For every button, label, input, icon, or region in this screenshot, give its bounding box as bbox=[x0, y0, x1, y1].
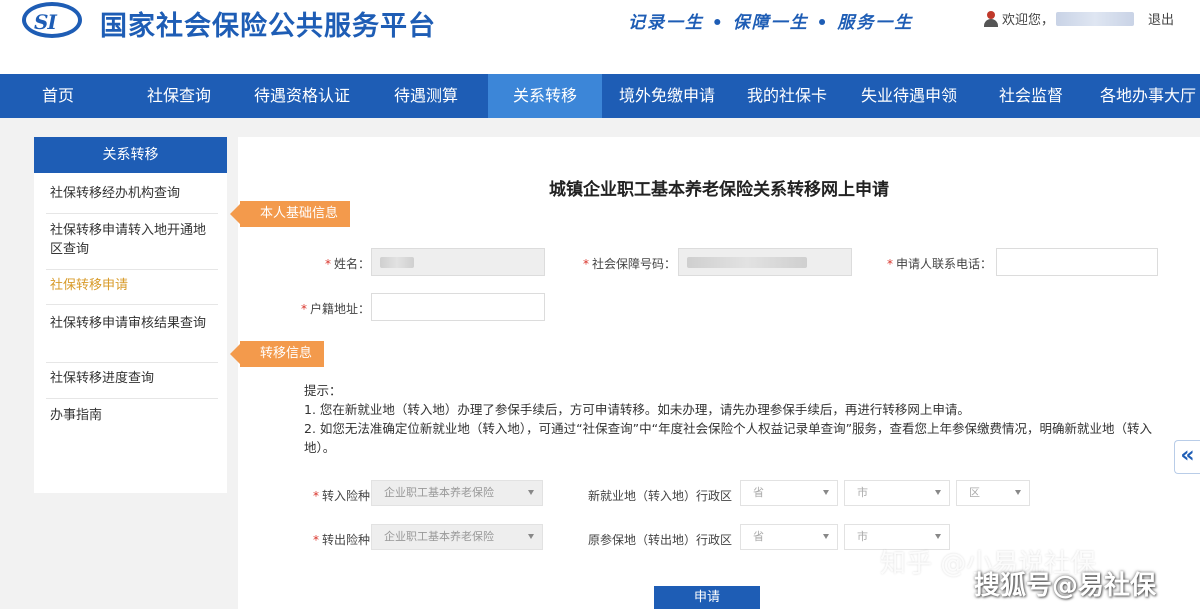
logo-text: SI bbox=[34, 10, 57, 34]
chevron-down-icon bbox=[935, 534, 941, 539]
name-label: * 姓名： bbox=[324, 257, 370, 271]
sidebar-item-agency-query[interactable]: 社保转移经办机构查询 bbox=[50, 184, 218, 203]
sohu-watermark: 搜狐号@易社保 bbox=[974, 571, 1157, 601]
nav-supervision[interactable]: 社会监督 bbox=[976, 74, 1086, 118]
tips-heading: 提示： bbox=[304, 383, 342, 398]
chevron-down-icon bbox=[1015, 490, 1021, 495]
double-chevron-left-icon[interactable]: « bbox=[1174, 440, 1200, 474]
nav-benefit-calc[interactable]: 待遇测算 bbox=[364, 74, 488, 118]
transfer-in-region-label: 新就业地（转入地）行政区 bbox=[587, 489, 732, 503]
chevron-down-icon bbox=[823, 534, 829, 539]
sidebar-divider bbox=[46, 269, 218, 270]
sidebar-item-progress[interactable]: 社保转移进度查询 bbox=[50, 369, 218, 388]
nav-overseas-exempt[interactable]: 境外免缴申请 bbox=[602, 74, 732, 118]
submit-application-button[interactable]: 申请 bbox=[654, 586, 760, 609]
tips-line-2: 2. 如您无法准确定位新就业地（转入地），可通过“社保查询”中“年度社会保险个人… bbox=[304, 421, 1153, 455]
sidebar-item-guide[interactable]: 办事指南 bbox=[50, 406, 218, 425]
chevron-down-icon bbox=[528, 534, 534, 539]
section-tag-transfer: 转移信息 bbox=[229, 341, 325, 367]
nav-unemployment[interactable]: 失业待遇申领 bbox=[842, 74, 976, 118]
main-nav: 首页 社保查询 待遇资格认证 待遇测算 关系转移 境外免缴申请 我的社保卡 失业… bbox=[0, 74, 1200, 118]
transfer-in-label: * 转入险种 bbox=[312, 489, 370, 503]
nav-qualification[interactable]: 待遇资格认证 bbox=[240, 74, 364, 118]
nav-service-halls[interactable]: 各地办事大厅 bbox=[1086, 74, 1200, 118]
site-title[interactable]: 国家社会保险公共服务平台 bbox=[100, 4, 436, 43]
phone-field[interactable] bbox=[996, 248, 1158, 276]
section-tag-personal: 本人基础信息 bbox=[229, 201, 351, 227]
transfer-in-city-select[interactable]: 市 bbox=[844, 480, 950, 506]
form-title: 城镇企业职工基本养老保险关系转移网上申请 bbox=[549, 180, 889, 200]
nav-social-query[interactable]: 社保查询 bbox=[118, 74, 240, 118]
ssn-label: * 社会保障号码： bbox=[582, 257, 676, 271]
nav-my-card[interactable]: 我的社保卡 bbox=[732, 74, 842, 118]
sidebar-item-review-result[interactable]: 社保转移申请审核结果查询 bbox=[50, 314, 218, 333]
tips-text: 提示： 1. 您在新就业地（转入地）办理了参保手续后，方可申请转移。如未办理，请… bbox=[304, 381, 1174, 457]
chevron-down-icon bbox=[528, 490, 534, 495]
user-area: 欢迎您， bbox=[984, 9, 1135, 28]
user-icon bbox=[984, 10, 998, 27]
sidebar-divider bbox=[46, 362, 218, 363]
transfer-out-label: * 转出险种 bbox=[312, 533, 370, 547]
sidebar-item-region-query[interactable]: 社保转移申请转入地开通地区查询 bbox=[50, 221, 218, 259]
transfer-in-province-select[interactable]: 省 bbox=[740, 480, 838, 506]
sidebar-item-transfer-apply[interactable]: 社保转移申请 bbox=[50, 276, 218, 295]
phone-label: * 申请人联系电话： bbox=[886, 257, 992, 271]
sidebar-title: 关系转移 bbox=[34, 137, 227, 173]
application-panel: 城镇企业职工基本养老保险关系转移网上申请 本人基础信息 * 姓名： * 社会保障号码… bbox=[229, 137, 1200, 609]
chevron-down-icon bbox=[823, 490, 829, 495]
transfer-in-district-select[interactable]: 区 bbox=[956, 480, 1030, 506]
chevron-down-icon bbox=[935, 490, 941, 495]
nav-home[interactable]: 首页 bbox=[0, 74, 116, 118]
site-header: SI 国家社会保险公共服务平台 记录一生 • 保障一生 • 服务一生 欢迎您， … bbox=[0, 0, 1200, 74]
sidebar: 关系转移 社保转移经办机构查询 社保转移申请转入地开通地区查询 社保转移申请 社… bbox=[34, 137, 227, 493]
sidebar-divider bbox=[46, 398, 218, 399]
transfer-out-province-select[interactable]: 省 bbox=[740, 524, 838, 550]
ssn-field[interactable] bbox=[678, 248, 852, 276]
logout-link[interactable]: 退出 bbox=[1148, 9, 1174, 28]
transfer-out-region-label: 原参保地（转出地）行政区 bbox=[587, 533, 732, 547]
sidebar-divider bbox=[46, 304, 218, 305]
welcome-text: 欢迎您， bbox=[1002, 13, 1055, 28]
sidebar-divider bbox=[46, 213, 218, 214]
transfer-in-type-select[interactable]: 企业职工基本养老保险 bbox=[371, 480, 543, 506]
hukou-field[interactable] bbox=[371, 293, 545, 321]
user-name-redacted bbox=[1056, 11, 1135, 26]
transfer-out-type-select[interactable]: 企业职工基本养老保险 bbox=[371, 524, 543, 550]
nav-transfer[interactable]: 关系转移 bbox=[488, 74, 602, 118]
tips-line-1: 1. 您在新就业地（转入地）办理了参保手续后，方可申请转移。如未办理，请先办理参… bbox=[304, 402, 970, 417]
name-field[interactable] bbox=[371, 248, 545, 276]
site-slogan: 记录一生 • 保障一生 • 服务一生 bbox=[628, 13, 914, 33]
hukou-label: * 户籍地址： bbox=[300, 302, 370, 316]
si-logo[interactable]: SI bbox=[22, 2, 82, 38]
